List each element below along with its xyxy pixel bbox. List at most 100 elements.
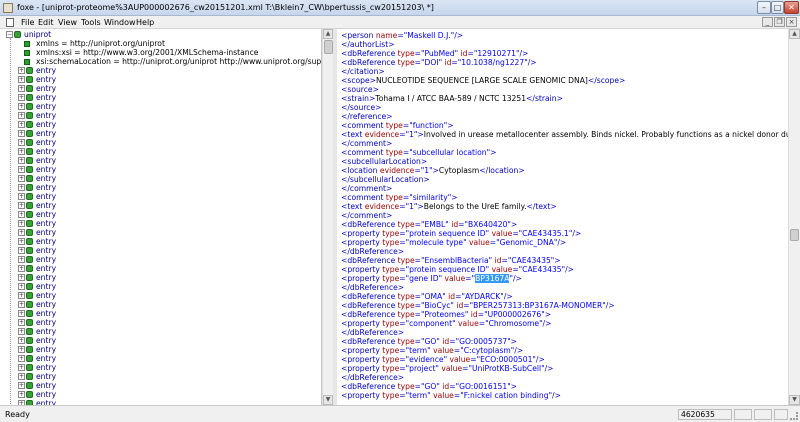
xml-source-line[interactable]: <property type="component" value="Chromo… <box>341 319 551 328</box>
mdi-close-button[interactable]: × <box>786 17 797 27</box>
xml-tree-panel[interactable]: − uniprot xmlns = http://uniprot.org/uni… <box>0 29 322 405</box>
expand-icon[interactable]: + <box>18 256 25 263</box>
tree-entry-row[interactable]: + entry <box>0 309 320 318</box>
xml-source-line[interactable]: <comment type="function"> <box>341 121 454 130</box>
scroll-up-icon[interactable]: ▲ <box>323 29 333 39</box>
menu-window[interactable]: Window <box>104 17 136 28</box>
expand-icon[interactable]: + <box>18 355 25 362</box>
expand-icon[interactable]: + <box>18 265 25 272</box>
maximize-button[interactable]: □ <box>771 1 784 14</box>
tree-entry-row[interactable]: + entry <box>0 282 320 291</box>
expand-icon[interactable]: + <box>18 364 25 371</box>
tree-entry-row[interactable]: + entry <box>0 327 320 336</box>
close-button[interactable]: ✕ <box>784 1 799 14</box>
expand-icon[interactable]: + <box>18 319 25 326</box>
scroll-up-icon[interactable]: ▲ <box>789 29 800 39</box>
expand-icon[interactable]: + <box>18 94 25 101</box>
tree-entry-row[interactable]: + entry <box>0 129 320 138</box>
tree-entry-row[interactable]: + entry <box>0 183 320 192</box>
xml-source-line[interactable]: <comment type="subcellular location"> <box>341 148 496 157</box>
xml-source-line[interactable]: <property type="project" value="UniProtK… <box>341 364 554 373</box>
scroll-down-icon[interactable]: ▼ <box>323 395 333 405</box>
tree-entry-row[interactable]: + entry <box>0 237 320 246</box>
scroll-down-icon[interactable]: ▼ <box>789 395 800 405</box>
tree-entry-row[interactable]: + entry <box>0 102 320 111</box>
xml-source-line[interactable]: <dbReference type="GO" id="GO:0016151"> <box>341 382 517 391</box>
tree-root-row[interactable]: − uniprot <box>0 30 320 39</box>
resize-grip-icon[interactable] <box>790 412 798 420</box>
xml-source-line[interactable]: </authorList> <box>341 40 395 49</box>
xml-source-line[interactable]: <property type="molecule type" value="Ge… <box>341 238 566 247</box>
menu-tools[interactable]: Tools <box>81 17 101 28</box>
tree-entry-row[interactable]: + entry <box>0 381 320 390</box>
menu-help[interactable]: Help <box>136 17 154 28</box>
tree-entry-row[interactable]: + entry <box>0 120 320 129</box>
tree-entry-row[interactable]: + entry <box>0 75 320 84</box>
tree-entry-row[interactable]: + entry <box>0 273 320 282</box>
tree-entry-row[interactable]: + entry <box>0 84 320 93</box>
expand-icon[interactable]: + <box>18 148 25 155</box>
xml-source-line[interactable]: <dbReference type="Proteomes" id="UP0000… <box>341 310 551 319</box>
expand-icon[interactable]: + <box>18 373 25 380</box>
xml-source-line[interactable]: </comment> <box>341 211 392 220</box>
expand-icon[interactable]: + <box>18 202 25 209</box>
tree-entry-row[interactable]: + entry <box>0 228 320 237</box>
xml-source-line[interactable]: </citation> <box>341 67 385 76</box>
tree-entry-row[interactable]: + entry <box>0 66 320 75</box>
menu-edit[interactable]: Edit <box>38 17 54 28</box>
scroll-thumb[interactable] <box>790 229 799 241</box>
expand-icon[interactable]: + <box>18 76 25 83</box>
expand-icon[interactable]: + <box>18 238 25 245</box>
tree-entry-row[interactable]: + entry <box>0 255 320 264</box>
tree-attribute-row[interactable]: xmlns = http://uniprot.org/uniprot <box>0 39 320 48</box>
source-vertical-scrollbar[interactable]: ▲ ▼ <box>788 29 800 405</box>
expand-icon[interactable]: + <box>18 247 25 254</box>
xml-source-line[interactable]: <dbReference type="PubMed" id="12910271"… <box>341 49 528 58</box>
expand-icon[interactable]: + <box>18 184 25 191</box>
tree-entry-row[interactable]: + entry <box>0 147 320 156</box>
expand-icon[interactable]: + <box>18 229 25 236</box>
expand-icon[interactable]: + <box>18 220 25 227</box>
xml-source-line[interactable]: <dbReference type="EnsemblBacteria" id="… <box>341 256 561 265</box>
expand-icon[interactable]: + <box>18 85 25 92</box>
xml-source-line[interactable]: <dbReference type="DOI" id="10.1038/ng12… <box>341 58 537 67</box>
expand-icon[interactable]: + <box>18 103 25 110</box>
expand-icon[interactable]: + <box>18 274 25 281</box>
xml-source-line[interactable]: <person name="Maskell D.J."/> <box>341 31 463 40</box>
tree-entry-row[interactable]: + entry <box>0 363 320 372</box>
xml-source-line[interactable]: <property type="evidence" value="ECO:000… <box>341 355 545 364</box>
expand-icon[interactable]: + <box>18 211 25 218</box>
expand-icon[interactable]: + <box>18 301 25 308</box>
expand-icon[interactable]: + <box>18 292 25 299</box>
xml-source-line[interactable]: </dbReference> <box>341 373 404 382</box>
tree-entry-row[interactable]: + entry <box>0 156 320 165</box>
tree-entry-row[interactable]: + entry <box>0 93 320 102</box>
tree-entry-row[interactable]: + entry <box>0 318 320 327</box>
expand-icon[interactable]: + <box>18 337 25 344</box>
tree-entry-row[interactable]: + entry <box>0 210 320 219</box>
xml-source-line[interactable]: <strain>Tohama I / ATCC BAA-589 / NCTC 1… <box>341 94 563 103</box>
xml-source-line[interactable]: </comment> <box>341 139 392 148</box>
menu-file[interactable]: File <box>21 17 34 28</box>
tree-entry-row[interactable]: + entry <box>0 138 320 147</box>
xml-source-line[interactable]: <text evidence="1">Belongs to the UreE f… <box>341 202 557 211</box>
xml-source-line[interactable]: <text evidence="1">Involved in urease me… <box>341 130 788 139</box>
expand-icon[interactable]: + <box>18 328 25 335</box>
xml-source-panel[interactable]: <person name="Maskell D.J."/> </authorLis… <box>337 29 788 405</box>
tree-entry-row[interactable]: + entry <box>0 201 320 210</box>
tree-attribute-row[interactable]: xmlns:xsi = http://www.w3.org/2001/XMLSc… <box>0 48 320 57</box>
xml-source-line[interactable]: <source> <box>341 85 379 94</box>
expand-icon[interactable]: + <box>18 112 25 119</box>
xml-source-line[interactable]: <dbReference type="GO" id="GO:0005737"> <box>341 337 517 346</box>
tree-entry-row[interactable]: + entry <box>0 354 320 363</box>
xml-source-line[interactable]: </subcellularLocation> <box>341 175 430 184</box>
expand-icon[interactable]: + <box>18 157 25 164</box>
scroll-thumb[interactable] <box>324 40 333 54</box>
xml-source-line[interactable]: <dbReference type="BioCyc" id="BPER25731… <box>341 301 615 310</box>
tree-entry-row[interactable]: + entry <box>0 291 320 300</box>
expand-icon[interactable]: + <box>18 391 25 398</box>
tree-entry-row[interactable]: + entry <box>0 111 320 120</box>
xml-source-line[interactable]: <property type="protein sequence ID" val… <box>341 229 581 238</box>
menu-view[interactable]: View <box>58 17 77 28</box>
expand-icon[interactable]: + <box>18 166 25 173</box>
